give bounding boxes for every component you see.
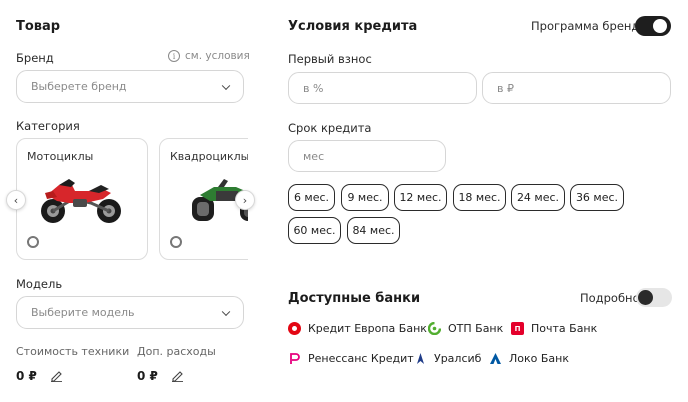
carousel-next-button[interactable]: › [235,190,255,210]
term-label: Срок кредита [288,121,372,135]
category-card-label: Квадроциклы [170,150,248,163]
details-label: Подробно [580,291,640,305]
extra-costs-value-row: 0 ₽ [137,365,184,384]
category-carousel: Мотоциклы Квадроциклы [16,138,248,262]
bank-name: Локо Банк [509,352,569,365]
brand-program-toggle[interactable] [635,16,671,36]
see-conditions-text: см. условия [185,50,250,62]
motorcycle-icon [41,179,121,223]
toggle-knob [653,19,667,33]
details-toggle[interactable] [636,288,672,307]
term-chip[interactable]: 84 мес. [347,217,400,244]
bank-name: Кредит Европа Банк [308,322,427,335]
term-placeholder: мес [303,149,325,163]
down-payment-rub-input[interactable]: в ₽ [482,72,671,104]
bank-item-renaissance: Ренессанс Кредит [288,352,414,365]
down-payment-percent-input[interactable]: в % [288,72,477,104]
bank-item-credit-europe: Кредит Европа Банк [288,322,427,335]
brand-program-label: Программа бренда [531,19,647,33]
term-chip[interactable]: 6 мес. [288,184,335,211]
model-select-placeholder: Выберите модель [31,306,135,319]
term-chip[interactable]: 9 мес. [341,184,389,211]
category-label: Категория [16,119,80,133]
product-section-title: Товар [16,19,61,34]
carousel-prev-button[interactable]: ‹ [6,190,26,210]
model-select[interactable]: Выберите модель [16,296,244,329]
down-payment-label: Первый взнос [288,52,372,66]
toggle-knob [638,290,653,305]
down-payment-rub-placeholder: в ₽ [497,81,514,95]
down-payment-percent-placeholder: в % [303,81,324,95]
category-radio[interactable] [27,236,39,248]
chevron-right-icon: › [242,193,248,207]
cost-label: Стоимость техники [16,345,130,358]
brand-select[interactable]: Выберете бренд [16,70,244,103]
term-chip[interactable]: 36 мес. [570,184,624,211]
bank-name: ОТП Банк [448,322,504,335]
renaissance-logo-icon [290,353,300,364]
see-conditions-link[interactable]: i см. условия [168,50,250,62]
otp-logo-icon [428,322,441,335]
category-radio[interactable] [170,236,182,248]
banks-section-title: Доступные банки [288,291,421,306]
bank-name: Ренессанс Кредит [308,352,414,365]
extra-costs-value: 0 ₽ [137,369,158,383]
term-chip[interactable]: 12 мес. [394,184,447,211]
pencil-icon[interactable] [50,369,63,382]
chevron-left-icon: ‹ [13,193,19,207]
pochta-bank-logo-icon: П [511,322,524,335]
bank-name: Уралсиб [434,352,482,365]
uralsib-logo-icon [417,353,424,364]
bank-item-pochta: П Почта Банк [511,322,597,335]
term-input[interactable]: мес [288,140,446,172]
model-label: Модель [16,277,63,291]
category-card-label: Мотоциклы [27,150,94,163]
info-icon: i [168,50,180,62]
extra-costs-label: Доп. расходы [137,345,216,358]
credit-europe-logo-icon [288,322,301,335]
credit-section-title: Условия кредита [288,19,418,34]
brand-label: Бренд [16,51,54,65]
bank-item-uralsib: Уралсиб [414,352,481,365]
term-chip[interactable]: 60 мес. [288,217,341,244]
term-chip[interactable]: 18 мес. [453,184,506,211]
loko-bank-logo-icon [490,353,501,364]
pencil-icon[interactable] [171,369,184,382]
chevron-down-icon [221,81,231,90]
cost-value: 0 ₽ [16,369,37,383]
category-card-motorcycles[interactable]: Мотоциклы [16,138,148,260]
chevron-down-icon [221,307,231,316]
term-chip[interactable]: 24 мес. [511,184,565,211]
bank-item-otp: ОТП Банк [428,322,503,335]
bank-item-loko: Локо Банк [489,352,569,365]
bank-name: Почта Банк [531,322,598,335]
brand-select-placeholder: Выберете бренд [31,80,127,93]
cost-value-row: 0 ₽ [16,365,63,384]
